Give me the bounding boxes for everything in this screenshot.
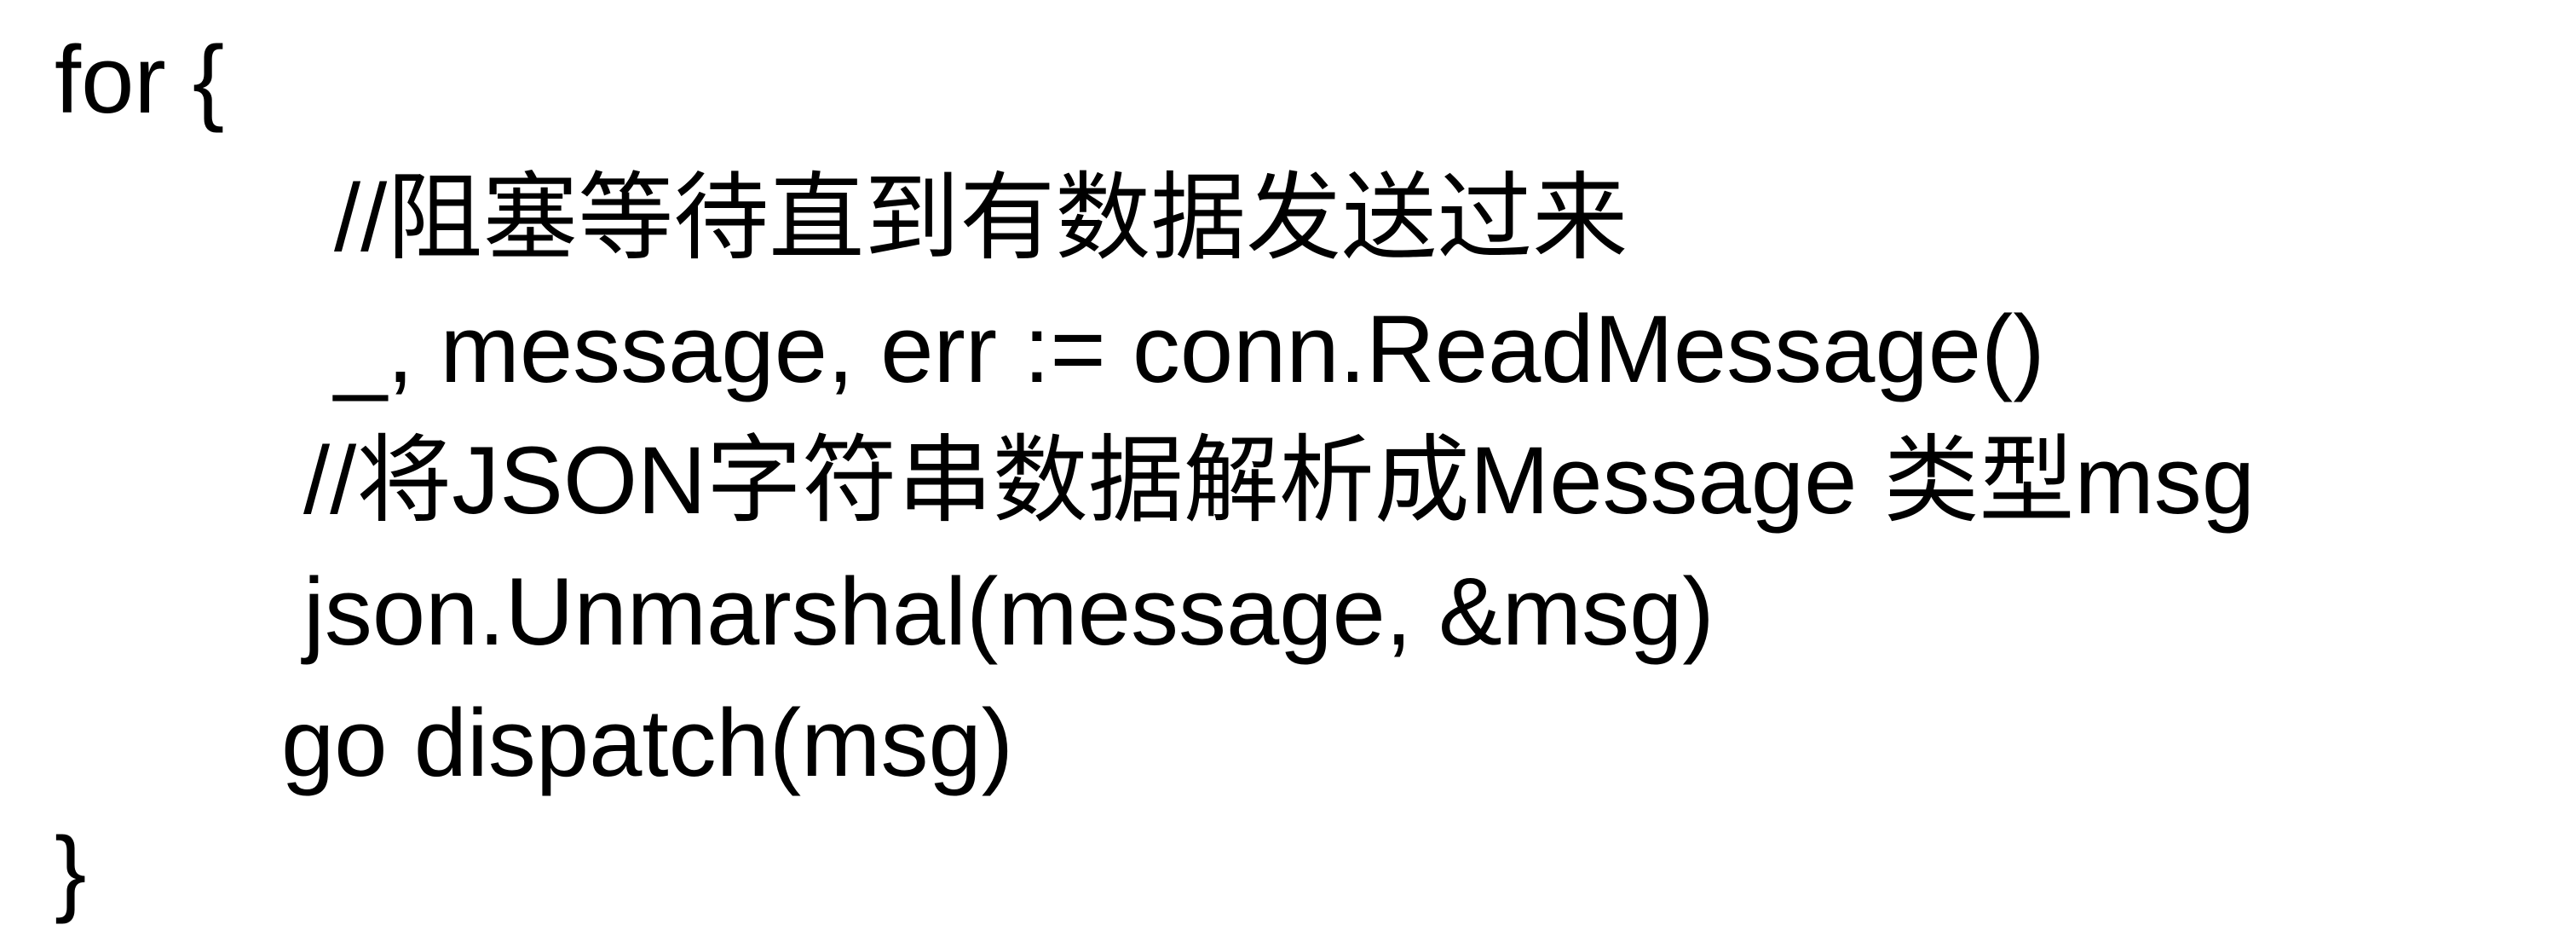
code-line-close-brace: }: [55, 818, 87, 924]
code-line-read-message: _, message, err := conn.ReadMessage(): [334, 296, 2045, 402]
code-block: for { //阻塞等待直到有数据发送过来 _, message, err :=…: [0, 0, 2576, 948]
code-line-json-unmarshal: json.Unmarshal(message, &msg): [303, 558, 1714, 665]
code-comment-parse-json: //将JSON字符串数据解析成Message 类型msg: [303, 427, 2256, 534]
code-line-for-open: for {: [55, 26, 225, 133]
code-line-go-dispatch: go dispatch(msg): [281, 690, 1014, 796]
code-comment-blocking-wait: //阻塞等待直到有数据发送过来: [334, 165, 1628, 271]
